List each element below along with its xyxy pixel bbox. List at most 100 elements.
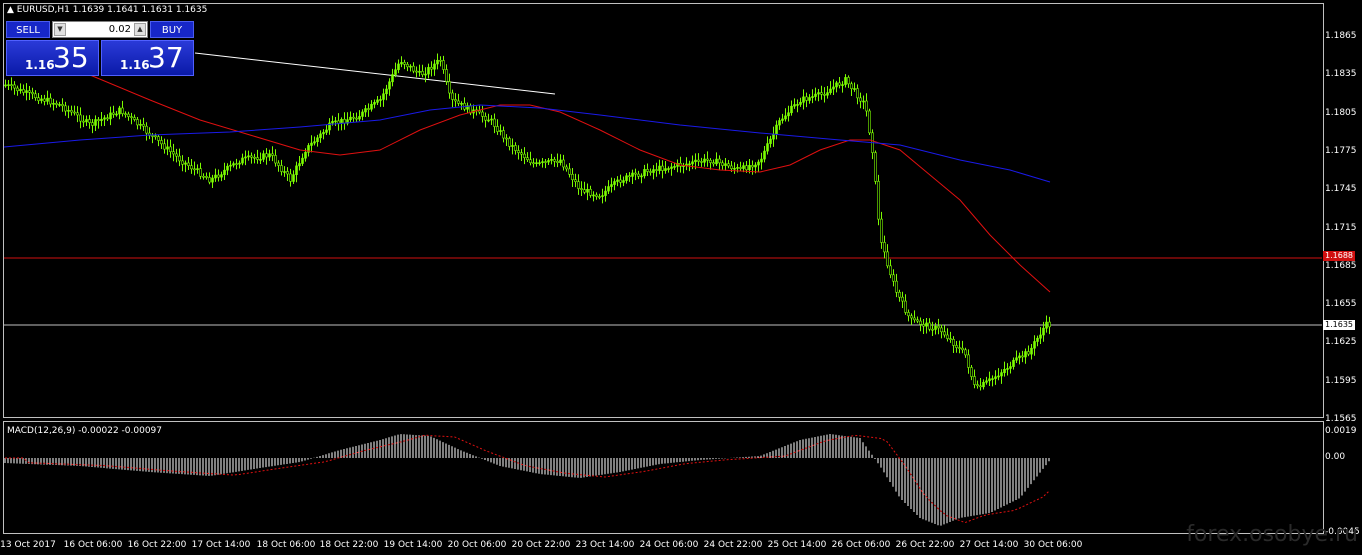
buy-quote-button[interactable]: 1.16 37 (101, 40, 194, 76)
candle-body (61, 104, 64, 107)
candle-body (367, 108, 370, 110)
candle-body (631, 172, 634, 177)
candle-body (928, 322, 931, 330)
candle-body (238, 162, 241, 165)
candle-body (160, 140, 163, 145)
ohlc-values: 1.1639 1.1641 1.1631 1.1635 (72, 5, 208, 15)
candle-body (406, 64, 409, 68)
trend-line (194, 52, 556, 95)
candle-body (445, 69, 448, 82)
candle-body (619, 179, 622, 183)
candle-body (970, 367, 973, 377)
candle-body (310, 142, 313, 146)
level-price-tag: 1.1688 (1323, 251, 1355, 261)
candle-body (241, 157, 244, 164)
candle-body (19, 89, 22, 92)
candle-body (664, 168, 667, 171)
candle-body (541, 161, 544, 163)
candle-body (358, 116, 361, 120)
candle-body (379, 99, 382, 101)
candle-body (805, 96, 808, 101)
candle-body (721, 162, 724, 166)
candle-body (958, 347, 961, 349)
candle-body (793, 104, 796, 107)
lot-decrease-icon[interactable]: ▼ (54, 23, 66, 36)
candle-body (736, 167, 739, 169)
candle-body (565, 166, 568, 170)
time-axis-tick: 26 Oct 06:00 (831, 540, 891, 550)
candle-body (820, 92, 823, 95)
watermark: forex.osobye.ru (1186, 522, 1358, 547)
candle-body (883, 242, 886, 253)
candle-body (859, 97, 862, 102)
candle-body (583, 189, 586, 193)
candle-body (904, 300, 907, 313)
candle-body (187, 162, 190, 166)
time-axis-tick: 30 Oct 06:00 (1023, 540, 1083, 550)
candle-body (640, 175, 643, 178)
candle-body (703, 158, 706, 163)
candle-body (178, 155, 181, 162)
candle-body (652, 169, 655, 173)
candle-body (514, 145, 517, 151)
candle-body (766, 143, 769, 152)
candle-body (142, 124, 145, 127)
time-axis-tick: 25 Oct 14:00 (767, 540, 827, 550)
candle-body (895, 280, 898, 293)
candle-body (988, 378, 991, 382)
candle-body (622, 180, 625, 183)
price-axis-tick: 1.1865 (1325, 31, 1357, 41)
time-axis-tick: 19 Oct 14:00 (383, 540, 443, 550)
candle-body (775, 124, 778, 135)
lot-increase-icon[interactable]: ▲ (134, 23, 146, 36)
candle-body (688, 163, 691, 166)
candle-body (163, 143, 166, 150)
lot-size-input[interactable] (69, 23, 131, 36)
candle-body (1027, 351, 1030, 355)
candle-body (562, 159, 565, 168)
price-axis-tick: 1.1685 (1325, 260, 1357, 271)
candle-body (712, 162, 715, 165)
price-axis-tick: 1.1835 (1325, 69, 1357, 80)
candle-body (403, 62, 406, 65)
time-axis-tick: 20 Oct 06:00 (447, 540, 507, 550)
candle-body (538, 162, 541, 164)
candle-body (634, 172, 637, 175)
candle-body (964, 349, 967, 356)
candle-body (1009, 366, 1012, 369)
candle-body (7, 84, 10, 86)
candle-body (325, 129, 328, 133)
candle-body (373, 102, 376, 105)
candle-body (181, 160, 184, 165)
candle-body (889, 265, 892, 276)
buy-button[interactable]: BUY (150, 21, 194, 38)
candle-body (577, 181, 580, 189)
candle-body (925, 322, 928, 327)
candle-body (115, 113, 118, 116)
candle-body (658, 165, 661, 171)
candle-body (274, 155, 277, 164)
candle-body (409, 65, 412, 68)
price-axis-tick: 1.1655 (1325, 299, 1357, 310)
candle-body (844, 77, 847, 85)
time-axis-tick: 17 Oct 14:00 (191, 540, 251, 550)
candle-body (439, 59, 442, 62)
candle-body (244, 156, 247, 159)
candle-body (334, 120, 337, 123)
candle-body (277, 162, 280, 166)
candle-body (421, 71, 424, 76)
sell-button[interactable]: SELL (6, 21, 50, 38)
candle-body (772, 133, 775, 140)
candle-body (361, 111, 364, 117)
candle-body (427, 67, 430, 75)
collapse-arrow-icon[interactable]: ▲ (7, 5, 14, 15)
macd-axis-tick: 0.0019 (1325, 426, 1357, 436)
candle-body (1015, 357, 1018, 361)
candle-body (961, 347, 964, 351)
candle-body (460, 103, 463, 105)
sell-quote-button[interactable]: 1.16 35 (6, 40, 99, 76)
candle-body (595, 194, 598, 197)
candle-body (790, 105, 793, 114)
candle-body (454, 99, 457, 102)
candle-body (841, 84, 844, 86)
